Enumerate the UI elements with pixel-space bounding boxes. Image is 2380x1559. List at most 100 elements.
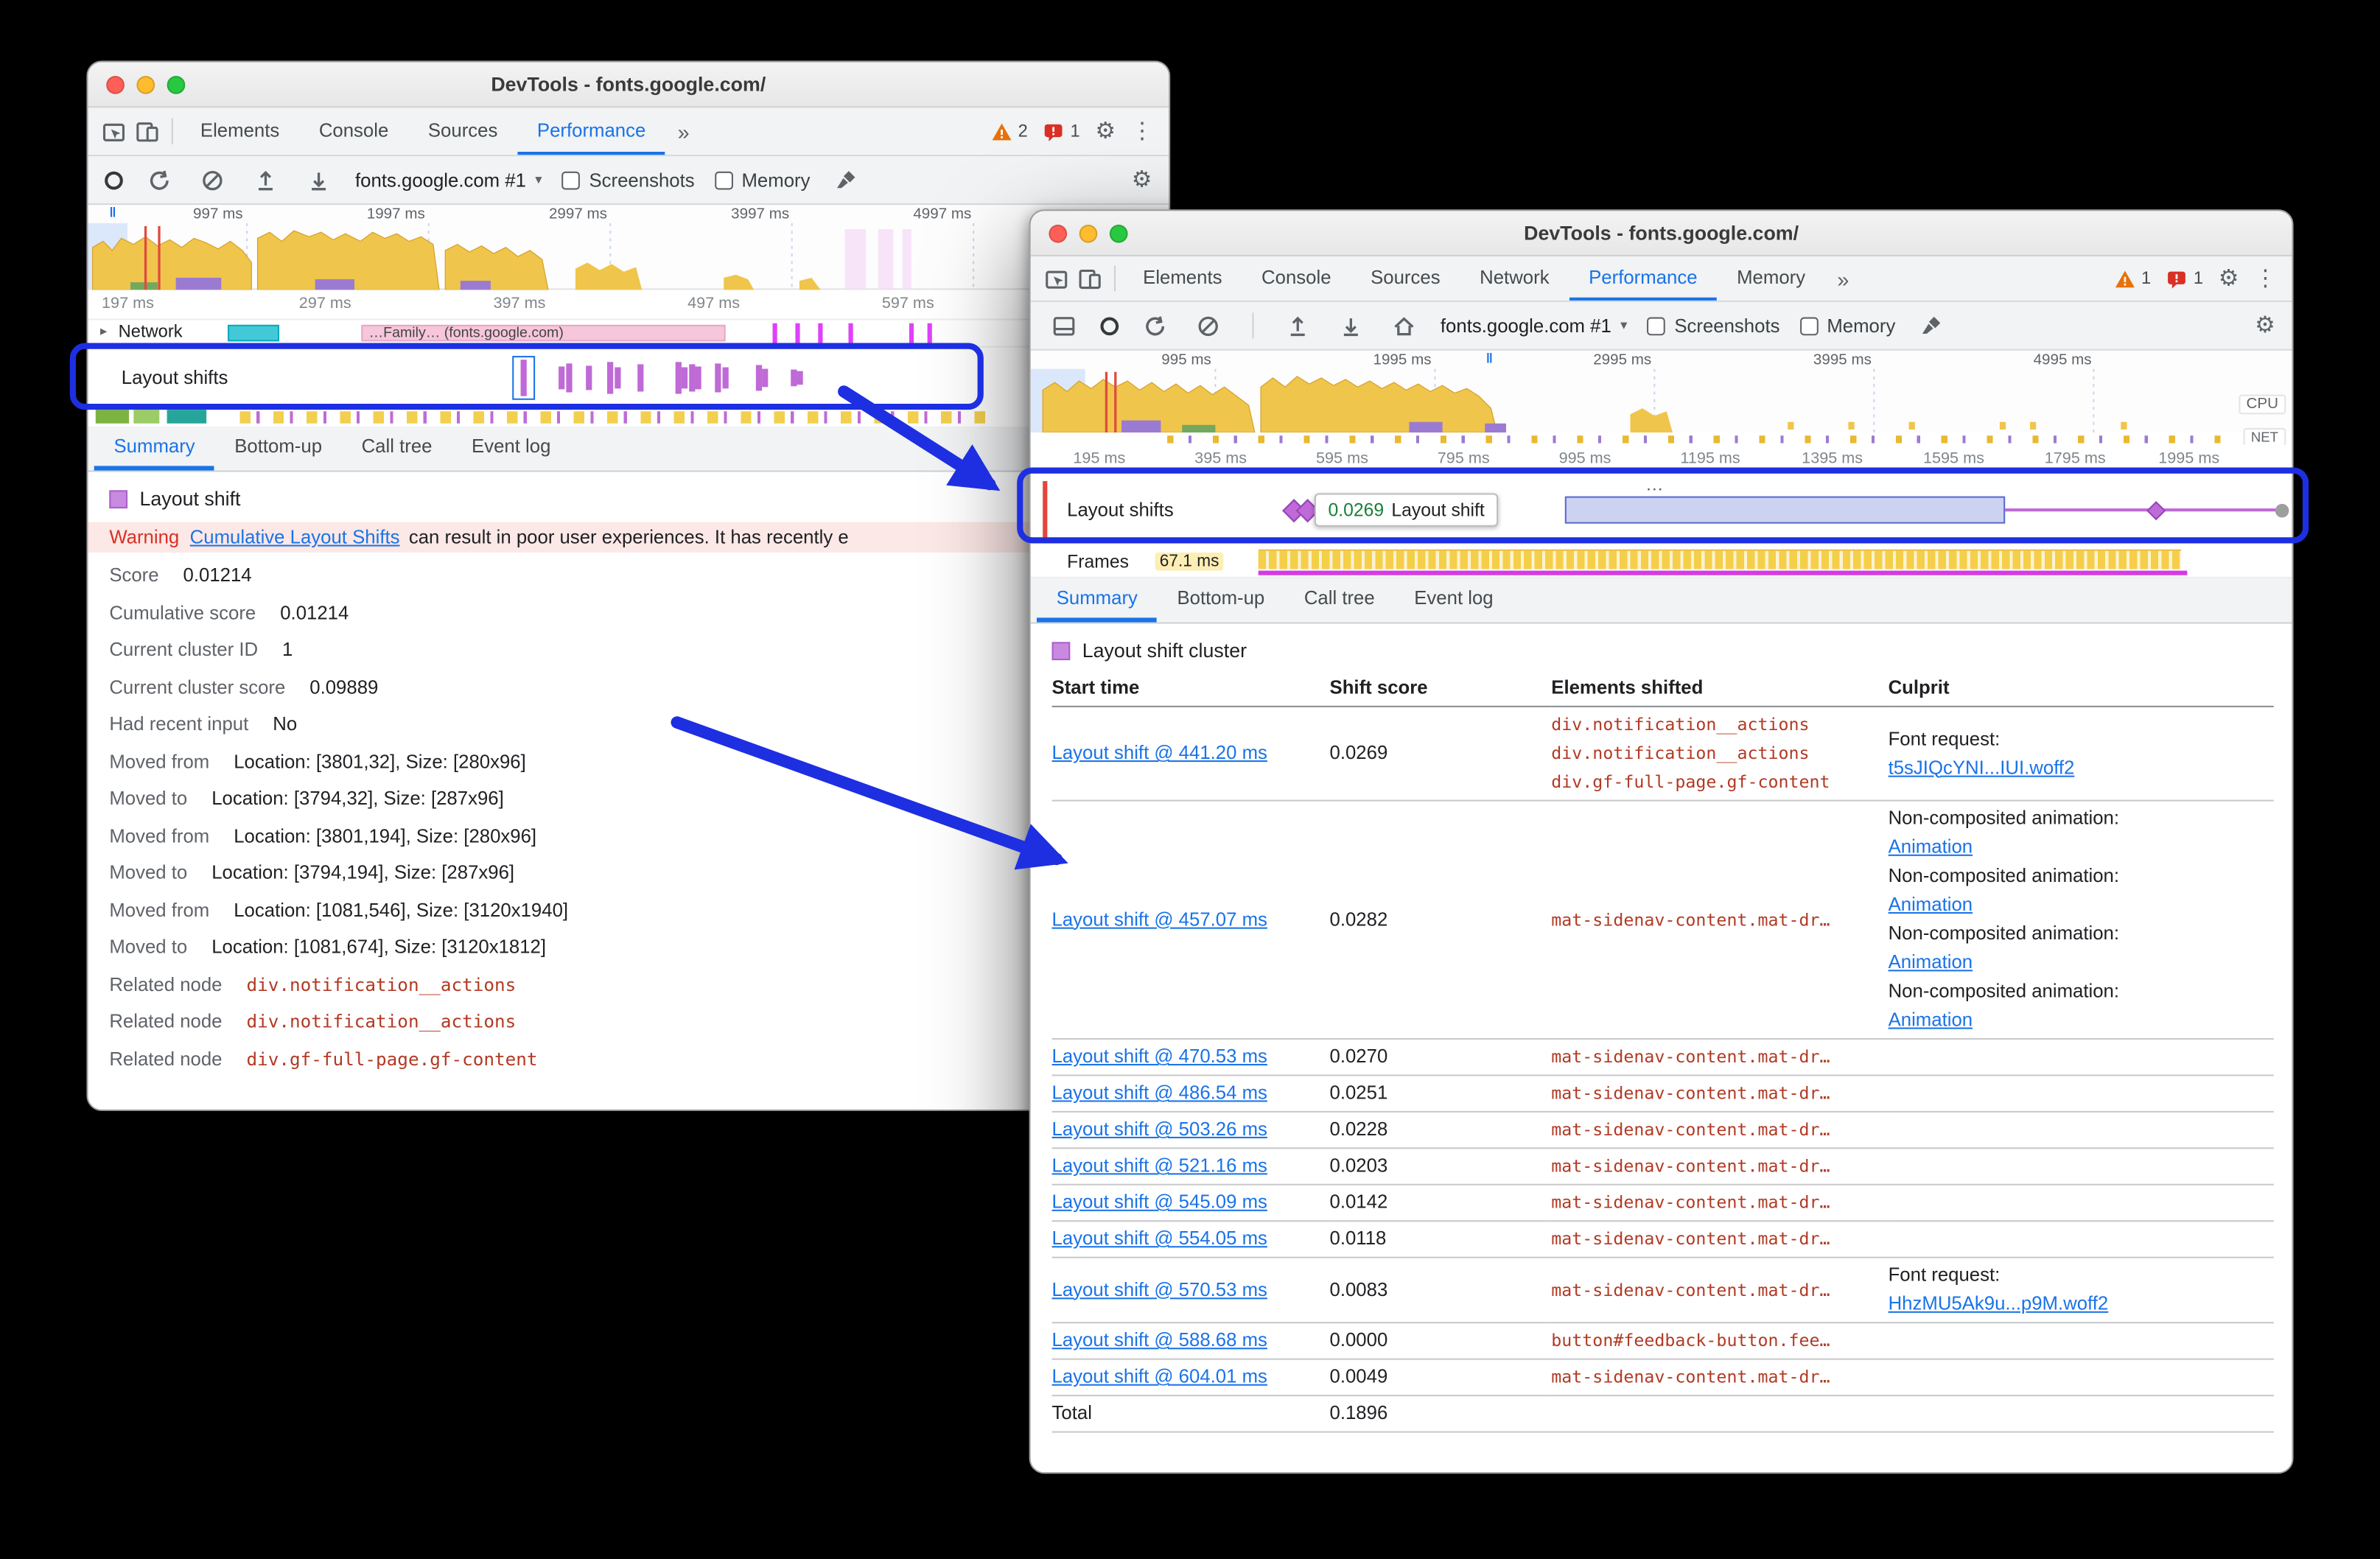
tab-performance[interactable]: Performance xyxy=(517,108,666,155)
layout-shift-link[interactable]: Layout shift @ 570.53 ms xyxy=(1052,1279,1267,1300)
layout-shift-event[interactable] xyxy=(566,363,573,393)
shifted-element-link[interactable]: mat-sidenav-content.mat-dr… xyxy=(1551,1043,1885,1071)
layout-shift-link[interactable]: Layout shift @ 457.07 ms xyxy=(1052,908,1267,930)
load-profile-button[interactable] xyxy=(249,163,282,196)
tab-console[interactable]: Console xyxy=(1242,256,1351,301)
inspect-icon[interactable] xyxy=(1040,256,1073,301)
overflow-menu-icon[interactable]: ⋮ xyxy=(2254,267,2277,290)
minimize-button[interactable] xyxy=(136,74,155,94)
network-track[interactable]: ▸ Network …Family… (fonts.google.com) xyxy=(88,320,1169,348)
issues-badge[interactable]: 1 xyxy=(2166,268,2203,290)
profile-select[interactable]: fonts.google.com #1 ▾ xyxy=(355,169,542,191)
network-request-bar[interactable]: …Family… (fonts.google.com) xyxy=(361,324,726,342)
shifted-element-link[interactable]: mat-sidenav-content.mat-dr… xyxy=(1551,1188,1885,1217)
layout-shift-link[interactable]: Layout shift @ 604.01 ms xyxy=(1052,1366,1267,1387)
cpu-overview-chart[interactable] xyxy=(88,223,1169,290)
layout-shift-event[interactable] xyxy=(675,362,682,394)
tab-console[interactable]: Console xyxy=(299,108,408,155)
garbage-collect-icon[interactable] xyxy=(1915,309,1948,342)
panel-tab-bottom-up[interactable]: Bottom-up xyxy=(1158,578,1284,623)
layout-shift-link[interactable]: Layout shift @ 545.09 ms xyxy=(1052,1191,1267,1213)
tab-elements[interactable]: Elements xyxy=(1123,256,1242,301)
related-node-link[interactable]: div.gf-full-page.gf-content xyxy=(246,1048,537,1070)
panel-tab-event-log[interactable]: Event log xyxy=(452,427,570,471)
tab-sources[interactable]: Sources xyxy=(1351,256,1460,301)
inspect-icon[interactable] xyxy=(97,108,130,155)
tab-performance[interactable]: Performance xyxy=(1569,256,1718,301)
more-tabs-icon[interactable]: » xyxy=(1825,256,1861,301)
cls-doc-link[interactable]: Cumulative Layout Shifts xyxy=(190,527,400,548)
settings-gear-icon[interactable]: ⚙ xyxy=(2219,267,2239,290)
layout-shift-event[interactable] xyxy=(695,366,701,390)
panel-tab-call-tree[interactable]: Call tree xyxy=(1284,578,1394,623)
layout-shift-event[interactable] xyxy=(762,368,769,388)
zoom-button[interactable] xyxy=(167,74,186,94)
zoom-button[interactable] xyxy=(1109,223,1128,242)
timeline-overview[interactable]: ‖ 997 ms 1997 ms 2997 ms 3997 ms 4997 ms xyxy=(88,205,1169,290)
reload-and-record-button[interactable] xyxy=(143,163,176,196)
culprit-link[interactable]: Animation xyxy=(1889,1009,1973,1031)
device-toolbar-icon[interactable] xyxy=(1073,256,1106,301)
layout-shift-link[interactable]: Layout shift @ 441.20 ms xyxy=(1052,742,1267,763)
layout-shift-link[interactable]: Layout shift @ 470.53 ms xyxy=(1052,1045,1267,1067)
capture-settings-gear-icon[interactable]: ⚙ xyxy=(1132,169,1152,192)
layout-shift-event[interactable] xyxy=(755,365,763,391)
layout-shift-event[interactable] xyxy=(722,367,729,389)
layout-shift-diamond[interactable] xyxy=(2146,500,2166,520)
reload-and-record-button[interactable] xyxy=(1138,309,1172,342)
culprit-link[interactable]: Animation xyxy=(1889,836,1973,858)
timeline-overview[interactable]: ‖ 995 ms 1995 ms 2995 ms 3995 ms 4995 ms xyxy=(1030,350,2292,446)
shifted-element-link[interactable]: mat-sidenav-content.mat-dr… xyxy=(1551,1225,1885,1253)
layout-shift-event[interactable] xyxy=(681,367,688,389)
shifted-element-link[interactable]: mat-sidenav-content.mat-dr… xyxy=(1551,1115,1885,1144)
settings-gear-icon[interactable]: ⚙ xyxy=(1095,120,1116,143)
shifted-element-link[interactable]: div.notification__actions xyxy=(1551,710,1885,739)
disclosure-caret-icon[interactable]: ▸ xyxy=(100,323,107,340)
panel-tab-bottom-up[interactable]: Bottom-up xyxy=(214,427,341,471)
tab-memory[interactable]: Memory xyxy=(1717,256,1825,301)
save-profile-button[interactable] xyxy=(1334,309,1368,342)
overflow-menu-icon[interactable]: ⋮ xyxy=(1131,120,1154,143)
shifted-element-link[interactable]: mat-sidenav-content.mat-dr… xyxy=(1551,1363,1885,1392)
related-node-link[interactable]: div.notification__actions xyxy=(246,974,516,995)
layout-shift-event[interactable] xyxy=(615,367,621,389)
record-button[interactable] xyxy=(105,170,123,189)
network-request-chip[interactable] xyxy=(227,324,280,342)
more-tabs-icon[interactable]: » xyxy=(665,108,701,155)
layout-shift-link[interactable]: Layout shift @ 521.16 ms xyxy=(1052,1155,1267,1177)
layout-shift-event[interactable] xyxy=(637,364,644,392)
save-profile-button[interactable] xyxy=(302,163,335,196)
tab-elements[interactable]: Elements xyxy=(181,108,299,155)
layout-shift-event[interactable] xyxy=(689,364,696,392)
layout-shift-event[interactable] xyxy=(606,362,614,394)
layout-shift-link[interactable]: Layout shift @ 588.68 ms xyxy=(1052,1330,1267,1351)
memory-checkbox[interactable]: Memory xyxy=(1799,315,1895,336)
layout-shift-link[interactable]: Layout shift @ 554.05 ms xyxy=(1052,1227,1267,1249)
device-toolbar-icon[interactable] xyxy=(130,108,164,155)
home-button[interactable] xyxy=(1387,309,1421,342)
track-overflow-dots[interactable]: … xyxy=(1645,474,1665,495)
layout-shift-event[interactable] xyxy=(559,366,565,390)
load-profile-button[interactable] xyxy=(1281,309,1315,342)
layout-shift-event[interactable] xyxy=(797,371,803,385)
memory-checkbox[interactable]: Memory xyxy=(714,169,810,191)
warnings-badge[interactable]: 1 xyxy=(2114,268,2151,290)
layout-shift-event[interactable] xyxy=(791,369,797,387)
culprit-link[interactable]: Animation xyxy=(1889,894,1973,915)
screenshots-checkbox[interactable]: Screenshots xyxy=(1647,315,1779,336)
errors-badge[interactable]: 1 xyxy=(1043,121,1080,142)
close-button[interactable] xyxy=(1049,223,1068,242)
panel-tab-summary[interactable]: Summary xyxy=(94,427,215,471)
layout-shift-link[interactable]: Layout shift @ 503.26 ms xyxy=(1052,1118,1267,1140)
layout-shift-link[interactable]: Layout shift @ 486.54 ms xyxy=(1052,1082,1267,1104)
frames-track[interactable]: Frames 67.1 ms xyxy=(1030,544,2292,578)
screenshots-checkbox[interactable]: Screenshots xyxy=(561,169,695,191)
warnings-badge[interactable]: 2 xyxy=(991,121,1028,142)
tab-sources[interactable]: Sources xyxy=(408,108,517,155)
shifted-element-link[interactable]: mat-sidenav-content.mat-dr… xyxy=(1551,1152,1885,1181)
minimize-button[interactable] xyxy=(1079,223,1098,242)
layout-shift-event[interactable] xyxy=(586,365,592,390)
shifted-element-link[interactable]: div.gf-full-page.gf-content xyxy=(1551,768,1885,796)
profile-select[interactable]: fonts.google.com #1 ▾ xyxy=(1441,315,1628,336)
clear-button[interactable] xyxy=(196,163,229,196)
